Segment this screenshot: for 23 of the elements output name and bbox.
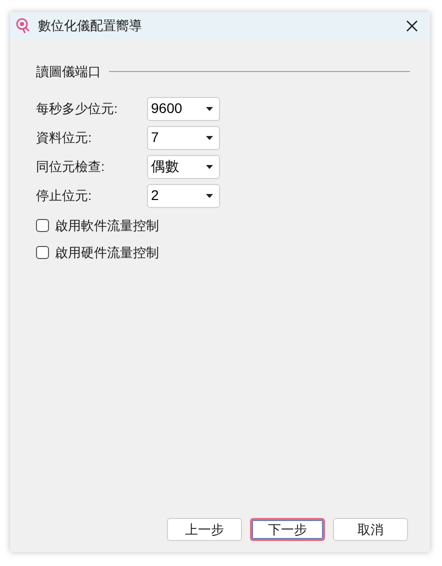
- app-icon: [16, 18, 30, 34]
- field-label: 停止位元:: [36, 186, 93, 205]
- dropdown[interactable]: 7: [147, 126, 220, 150]
- dialog-button[interactable]: 取消: [333, 518, 408, 541]
- field-label: 每秒多少位元:: [36, 100, 119, 118]
- dialog-button[interactable]: 上一步: [167, 518, 242, 541]
- group-title: 讀圖儀端口: [36, 63, 101, 81]
- checkbox-label: 啟用硬件流量控制: [55, 244, 159, 262]
- caret-icon: [206, 194, 213, 198]
- dropdown[interactable]: 2: [147, 184, 220, 208]
- caret-icon: [206, 106, 213, 110]
- window-title: 數位化儀配置嚮導: [38, 17, 142, 36]
- dropdown[interactable]: 偶數: [147, 154, 220, 178]
- field-label: 資料位元:: [36, 128, 93, 147]
- checkbox[interactable]: [36, 218, 49, 232]
- checkbox[interactable]: [36, 246, 49, 260]
- dialog-button[interactable]: 下一步: [250, 518, 325, 541]
- checkbox-label: 啟用軟件流量控制: [55, 216, 159, 234]
- dropdown[interactable]: 9600: [147, 96, 220, 120]
- caret-icon: [206, 136, 213, 140]
- close-icon[interactable]: [406, 20, 418, 32]
- caret-icon: [206, 164, 213, 168]
- field-label: 同位元檢查:: [36, 158, 106, 176]
